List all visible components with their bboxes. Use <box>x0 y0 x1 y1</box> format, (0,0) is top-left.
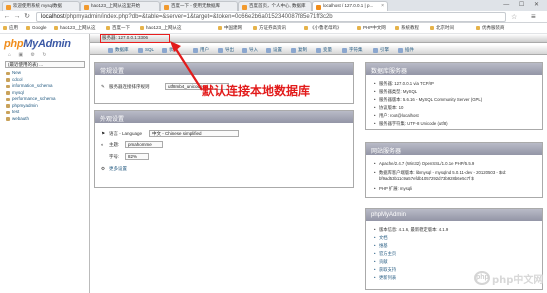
server-info-item: 服务器字符集: UTF-8 Unicode (utf8) <box>374 121 448 127</box>
server-info-item: 服务器类型: MySQL <box>374 89 417 95</box>
pma-link-support[interactable]: 获取支持 <box>374 267 396 273</box>
bookmark-item[interactable]: 系统教程 <box>395 25 419 31</box>
browser-tab-1[interactable]: 欢迎使用系统 mysql数据 <box>2 1 80 11</box>
address-bar: ← → ↻ localhost/phpmyadmin/index.php?db=… <box>0 11 547 23</box>
tab-sql[interactable]: SQL <box>138 47 154 53</box>
browser-tab-4[interactable]: 百度首页，个人中心, 数据库 <box>238 1 312 11</box>
panel-title: phpMyAdmin <box>366 209 542 221</box>
bookmark-item[interactable]: 中国建网 <box>218 25 242 31</box>
bookmark-item[interactable]: 应用 <box>3 25 18 31</box>
tab-engines[interactable]: 引擎 <box>373 47 389 53</box>
language-select[interactable]: 中文 - Chinese simplified <box>149 130 239 137</box>
tab-replication[interactable]: 复制 <box>291 47 307 53</box>
tab-export[interactable]: 导出 <box>218 47 234 53</box>
sidebar-toolbar-icons[interactable]: ⌂ ▣ ⚙ ↻ <box>8 52 50 58</box>
tab-favicon-icon <box>84 5 89 10</box>
browser-tab-label: 欢迎使用系统 mysql数据 <box>13 3 63 8</box>
url-path: /phpmyadmin/index.php?db=&table=&server=… <box>64 14 333 20</box>
bookmark-item[interactable]: 《小鲁老母鸡》 <box>304 25 342 31</box>
close-tab-icon[interactable]: × <box>381 3 384 9</box>
server-info-item: 服务器版本: 5.6.16 - MySQL Community Server (… <box>374 97 482 103</box>
logo-myadmin: MyAdmin <box>23 38 71 50</box>
highlight-box <box>100 34 170 43</box>
tab-favicon-icon <box>6 5 11 10</box>
theme-icon: ◐ <box>101 142 104 147</box>
language-label: 语言 - Language <box>109 131 143 136</box>
tab-charsets[interactable]: 字符集 <box>342 47 363 53</box>
database-tree: New cdcol information_schema mysql perfo… <box>5 70 56 122</box>
tab-variables[interactable]: 变量 <box>316 47 332 53</box>
annotation-text: 默认连接本地数据库 <box>202 84 311 98</box>
tab-settings[interactable]: 设置 <box>266 47 282 53</box>
browser-tab-label: hao123_上网从这里开始 <box>91 3 141 8</box>
webserver-info-item: Apache/2.4.7 (Win32) OpenSSL/1.0.1e PHP/… <box>374 161 474 166</box>
bookmark-star-icon[interactable]: ☆ <box>511 13 517 21</box>
tab-favicon-icon <box>164 5 169 10</box>
browser-tab-5[interactable]: localhost / 127.0.0.1 | p... × <box>312 1 388 11</box>
more-settings-link[interactable]: 更多设置 <box>109 166 127 172</box>
sidebar-divider[interactable] <box>89 34 90 293</box>
php-watermark-icon: php <box>474 271 490 285</box>
browser-tab-label: 百度一下 - 使用无数据库 <box>171 3 220 8</box>
watermark-text: php中文网 <box>492 275 544 286</box>
server-info-item: 服务器: 127.0.0.1 via TCP/IP <box>374 81 434 87</box>
window-controls[interactable]: — ☐ ✕ <box>503 1 543 8</box>
phpmyadmin-logo[interactable]: phpMyAdmin <box>4 38 71 50</box>
pma-link-homepage[interactable]: 官方主页 <box>374 251 396 257</box>
bookmark-item[interactable]: 北京时间 <box>430 25 454 31</box>
tab-favicon-icon <box>242 5 247 10</box>
browser-tab-2[interactable]: hao123_上网从这里开始 <box>80 1 160 11</box>
theme-select[interactable]: pmahomme <box>125 141 163 148</box>
logo-php: php <box>4 38 24 50</box>
server-info-item: 用户: root@localhost <box>374 113 419 119</box>
bookmark-item[interactable]: 方证券高资讯 <box>253 25 286 31</box>
browser-tab-label: 百度首页，个人中心, 数据库 <box>249 3 306 8</box>
database-server-panel: 数据库服务器 服务器: 127.0.0.1 via TCP/IP 服务器类型: … <box>365 62 543 130</box>
panel-title: 网站服务器 <box>366 143 542 155</box>
collation-label: 服务器连接排序规则 <box>109 84 150 89</box>
url-host: localhost <box>41 14 65 20</box>
tab-plugins[interactable]: 插件 <box>398 47 414 53</box>
panel-title: 外观设置 <box>95 111 353 123</box>
webserver-info-item: 数据库客户端版本: libmysql - mysqlnd 5.0.11-dev … <box>374 170 538 182</box>
forward-arrow-icon[interactable]: → <box>13 13 21 21</box>
panel-title: 数据库服务器 <box>366 63 542 75</box>
browser-tab-label: localhost / 127.0.0.1 | p... <box>323 3 374 8</box>
panel-title: 常规设置 <box>95 63 353 75</box>
language-icon: ⚑ <box>101 131 106 136</box>
pma-link-contribute[interactable]: 贡献 <box>374 259 388 265</box>
browser-tab-3[interactable]: 百度一下 - 使用无数据库 <box>160 1 238 11</box>
tab-favicon-icon <box>316 5 321 10</box>
fontsize-select[interactable]: 82% <box>125 153 149 160</box>
bookmark-item[interactable]: 优秀服装商 <box>476 25 505 31</box>
theme-label: 主题: <box>109 142 120 147</box>
bookmark-item[interactable]: hao123_上网从这 <box>54 25 96 31</box>
server-info-item: 协议版本: 10 <box>374 105 403 111</box>
more-settings-icon: ⚙ <box>101 166 106 171</box>
appearance-settings-panel: 外观设置 ⚑ 语言 - Language 中文 - Chinese simpli… <box>94 110 354 188</box>
webserver-info-item: PHP 扩展: mysqli <box>374 186 412 192</box>
main-menu: 数据库 SQL 状态 用户 导出 导入 设置 复制 变量 字符集 引擎 插件 <box>90 45 547 55</box>
browser-tab-bar: 欢迎使用系统 mysql数据 hao123_上网从这里开始 百度一下 - 使用无… <box>0 0 547 11</box>
bookmarks-bar: 应用 Google hao123_上网从这 百度一下 hao123_上网从这 中… <box>0 23 547 34</box>
bookmark-item[interactable]: 百度一下 <box>106 25 130 31</box>
version-info: 版本信息: 4.1.6, 最新稳定版本: 4.1.9 <box>374 227 448 233</box>
bookmark-item[interactable]: PHP中文网 <box>357 25 386 31</box>
fontsize-label: 字号: <box>109 154 120 159</box>
pma-link-docs[interactable]: 文档 <box>374 235 388 241</box>
collation-icon: ✎ <box>101 84 105 89</box>
bookmark-item[interactable]: Google <box>26 25 47 30</box>
recent-tables-select[interactable]: (最近使用的表) ... <box>5 61 85 68</box>
web-server-panel: 网站服务器 Apache/2.4.7 (Win32) OpenSSL/1.0.1… <box>365 142 543 198</box>
back-arrow-icon[interactable]: ← <box>3 13 11 21</box>
tab-databases[interactable]: 数据库 <box>108 47 129 53</box>
pma-link-changelog[interactable]: 更新列表 <box>374 275 396 281</box>
browser-menu-icon[interactable]: ≡ <box>531 12 536 21</box>
db-item[interactable]: webauth <box>5 116 56 123</box>
bookmark-item[interactable]: hao123_上网从这 <box>140 25 182 31</box>
tab-import[interactable]: 导入 <box>242 47 258 53</box>
reload-icon[interactable]: ↻ <box>23 13 31 21</box>
url-input[interactable]: localhost/phpmyadmin/index.php?db=&table… <box>36 12 506 22</box>
pma-link-wiki[interactable]: 维基 <box>374 243 388 249</box>
